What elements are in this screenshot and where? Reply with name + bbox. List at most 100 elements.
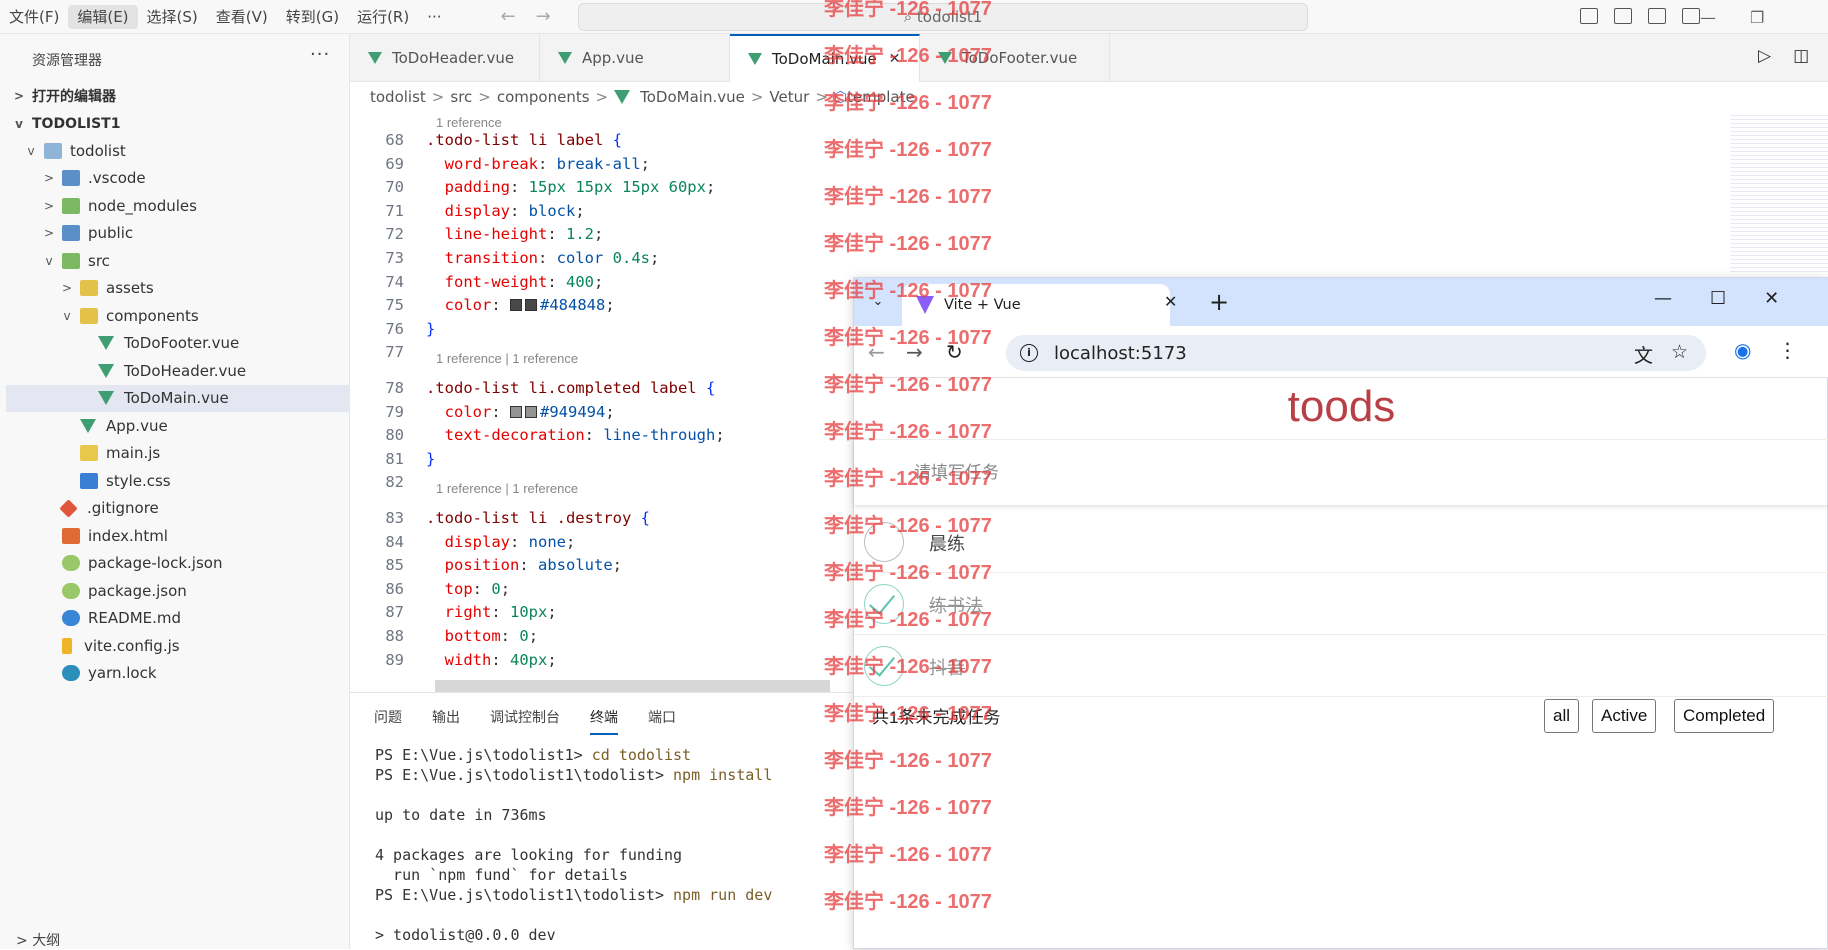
editor-tab[interactable]: ToDoMain.vue ✕ [730,34,920,82]
toggle-sidebar-icon[interactable] [1580,8,1598,24]
todo-toggle-checkbox[interactable] [864,522,904,562]
tree-item[interactable]: > public [6,220,350,248]
reload-icon[interactable]: ↻ [946,340,963,364]
code-line: 73 transition: color 0.4s; [350,247,830,271]
translate-icon[interactable]: 文 [1634,341,1653,368]
new-todo-input[interactable] [914,458,1794,488]
breadcrumb-item[interactable]: template [847,88,915,106]
restore-icon[interactable]: ❐ [1750,8,1764,27]
toggle-panel-icon[interactable] [1614,8,1632,24]
menu-kebab-icon[interactable]: ⋮ [1777,338,1797,362]
codelens-reference[interactable]: 1 reference [436,115,502,130]
tree-item[interactable]: yarn.lock [6,660,350,688]
browser-tab[interactable]: Vite + Vue [902,284,1170,326]
tree-item[interactable]: App.vue [6,412,350,440]
tree-item[interactable]: main.js [6,440,350,468]
minimize-icon[interactable]: — [1654,288,1672,309]
editor-tab[interactable]: App.vue [540,34,730,82]
panel-tab[interactable]: 终端 [590,707,618,735]
tree-item[interactable]: vite.config.js [6,632,350,660]
tree-item[interactable]: v todolist [6,137,350,165]
workspace-root[interactable]: v TODOLIST1 [12,110,350,138]
tree-item[interactable]: v components [6,302,350,330]
panel-tab[interactable]: 端口 [648,707,676,735]
customize-layout-icon[interactable] [1682,8,1700,24]
filter-completed-button[interactable]: Completed [1674,699,1775,733]
run-icon[interactable]: ▷ [1758,46,1771,66]
menu-item[interactable]: ··· [418,5,450,29]
tree-item[interactable]: .gitignore [6,495,350,523]
tree-item[interactable]: ToDoHeader.vue [6,357,350,385]
todo-item[interactable]: 练书法 [854,573,1828,635]
color-swatch[interactable] [510,405,523,418]
minimap[interactable] [1730,112,1828,272]
horizontal-scrollbar[interactable] [435,680,830,692]
menu-item[interactable]: 查看(V) [207,5,277,29]
tree-item[interactable]: v src [6,247,350,275]
vite-icon [916,296,934,314]
tree-item[interactable]: package.json [6,577,350,605]
tree-item[interactable]: ToDoMain.vue [6,384,350,412]
panel-tab[interactable]: 输出 [432,707,460,735]
back-icon[interactable]: ← [868,340,885,364]
forward-icon[interactable]: → [906,340,923,364]
terminal-output[interactable]: PS E:\Vue.js\todolist1> cd todolist PS E:… [375,745,772,945]
editor-tab[interactable]: ToDoHeader.vue [350,34,540,82]
editor-tab[interactable]: ToDoFooter.vue [920,34,1110,82]
breadcrumb-item[interactable]: components [497,88,590,106]
close-icon[interactable]: ✕ [1764,288,1779,309]
filter-active-button[interactable]: Active [1592,699,1657,733]
menu-item[interactable]: 文件(F) [0,5,68,29]
bookmark-star-icon[interactable]: ☆ [1671,341,1688,368]
menu-item[interactable]: 运行(R) [348,5,418,29]
tree-item[interactable]: README.md [6,605,350,633]
tree-item[interactable]: > assets [6,275,350,303]
code-line: 70 padding: 15px 15px 15px 60px; [350,176,830,200]
menu-item[interactable]: 转到(G) [277,5,348,29]
menu-item[interactable]: 选择(S) [138,5,207,29]
breadcrumb-item[interactable]: src [450,88,472,106]
code-editor[interactable]: 1 reference 68 .todo-list li label {69 wor… [350,112,830,692]
tree-item[interactable]: > .vscode [6,165,350,193]
tree-item[interactable]: package-lock.json [6,550,350,578]
open-editors-section[interactable]: > 打开的编辑器 [12,82,350,110]
tree-item[interactable]: style.css [6,467,350,495]
back-arrow-icon[interactable]: ← [501,6,516,27]
todo-toggle-checkbox[interactable] [864,646,904,686]
breadcrumb-item[interactable]: Vetur [769,88,809,106]
tree-item[interactable]: ToDoFooter.vue [6,330,350,358]
breadcrumb-item[interactable]: todolist [370,88,426,106]
codelens-reference[interactable]: 1 reference | 1 reference [436,351,578,366]
codelens-reference[interactable]: 1 reference | 1 reference [436,481,578,496]
tab-search-icon[interactable]: ⌄ [864,288,892,316]
filter-all-button[interactable]: all [1544,699,1580,733]
todo-toggle-checkbox[interactable] [864,584,904,624]
color-swatch[interactable] [510,299,523,312]
close-icon[interactable]: ✕ [889,51,901,67]
color-swatch[interactable] [525,299,538,312]
breadcrumb-item[interactable]: ToDoMain.vue [640,88,745,106]
command-center-search[interactable]: ⌕ todolist1 [578,3,1308,31]
toggle-secondary-sidebar-icon[interactable] [1648,8,1666,24]
tree-item[interactable]: > node_modules [6,192,350,220]
todo-item[interactable]: 抖音 [854,635,1828,697]
line-number: 68 [385,131,404,149]
panel-tab[interactable]: 调试控制台 [490,707,560,735]
new-tab-icon[interactable]: + [1209,288,1229,316]
close-tab-icon[interactable]: ✕ [1164,292,1177,311]
panel-tab[interactable]: 问题 [374,707,402,735]
menu-item[interactable]: 编辑(E) [68,4,138,29]
minimize-icon[interactable]: — [1700,8,1716,27]
semicolon: ; [605,402,615,421]
forward-arrow-icon[interactable]: → [536,6,551,27]
todo-item[interactable]: 晨练 [854,511,1828,573]
maximize-icon[interactable]: ☐ [1710,288,1726,309]
profile-avatar-icon[interactable]: ◉ [1734,338,1751,362]
color-swatch[interactable] [525,405,538,418]
tree-item[interactable]: index.html [6,522,350,550]
site-info-icon[interactable]: i [1020,344,1038,362]
split-editor-icon[interactable]: ◫ [1793,46,1809,66]
address-bar[interactable]: i localhost:5173 文 ☆ [1006,335,1706,371]
outline-section[interactable]: > 大纲 [0,930,350,949]
more-actions-icon[interactable]: ··· [310,44,330,65]
